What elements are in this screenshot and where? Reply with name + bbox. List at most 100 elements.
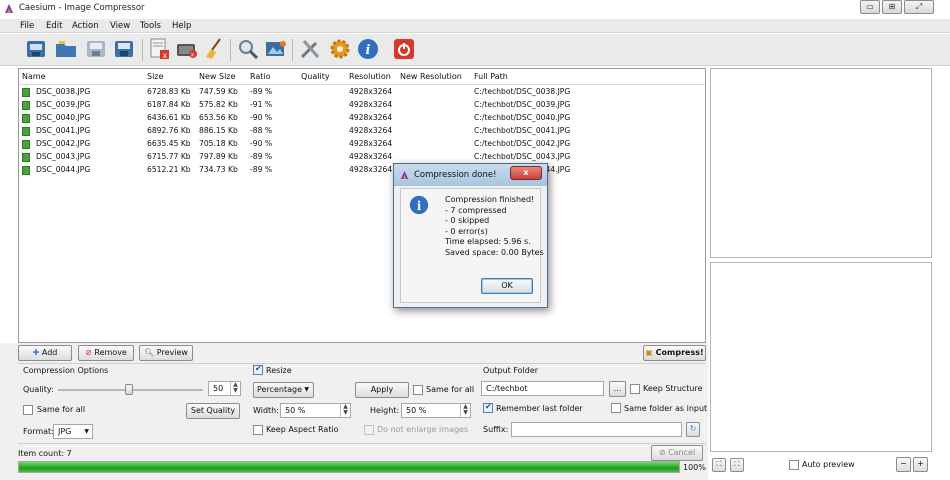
quality-slider[interactable] xyxy=(58,384,203,395)
item-count: Item count: 7 xyxy=(18,449,72,458)
clear-list-icon[interactable]: x xyxy=(175,37,199,61)
zoom-out-button[interactable]: − xyxy=(896,457,911,472)
quality-slider-handle[interactable] xyxy=(124,384,133,395)
auto-preview-checkbox[interactable] xyxy=(789,460,799,470)
quality-spinbox[interactable]: 50 ▲ ▼ xyxy=(208,381,241,396)
format-value: JPG xyxy=(58,427,72,436)
compress-button[interactable]: ▣ Compress! xyxy=(643,345,706,361)
same-for-all-resize-label: Same for all xyxy=(426,385,475,394)
remove-button-label: Remove xyxy=(94,348,127,357)
table-row[interactable]: DSC_0039.JPG 6187.84 Kb 575.82 Kb -91 % … xyxy=(19,99,705,112)
same-for-all-quality-checkbox[interactable] xyxy=(23,405,33,415)
actual-size-icon[interactable]: ⛶ xyxy=(730,458,744,472)
progress-bar xyxy=(18,461,680,473)
column-header-new-resolution[interactable]: New Resolution xyxy=(400,72,462,81)
cell-resolution: 4928x3264 xyxy=(349,100,393,109)
column-header-name[interactable]: Name xyxy=(22,72,46,81)
spin-arrows-icon[interactable]: ▲ ▼ xyxy=(230,382,240,395)
dialog-close-button[interactable]: x xyxy=(510,166,542,180)
cancel-button[interactable]: ⊘ Cancel xyxy=(651,445,703,461)
spin-arrows-icon[interactable]: ▲ ▼ xyxy=(340,404,350,417)
format-label: Format: xyxy=(23,427,54,436)
add-button-label: Add xyxy=(41,348,58,357)
broom-icon[interactable] xyxy=(202,37,226,61)
suffix-input[interactable] xyxy=(511,422,682,437)
minimize-button[interactable]: ▭ xyxy=(860,0,880,14)
remove-button[interactable]: ⊘ Remove xyxy=(78,345,134,361)
format-select[interactable]: JPG ▼ xyxy=(53,424,93,439)
table-row[interactable]: DSC_0042.JPG 6635.45 Kb 705.18 Kb -90 % … xyxy=(19,138,705,151)
no-enlarge-checkbox[interactable] xyxy=(364,425,374,435)
image-file-icon xyxy=(22,140,30,149)
column-header-full-path[interactable]: Full Path xyxy=(474,72,508,81)
cell-new-size: 734.73 Kb xyxy=(199,165,238,174)
save-all-icon[interactable] xyxy=(112,37,136,61)
table-row[interactable]: DSC_0040.JPG 6436.61 Kb 653.56 Kb -90 % … xyxy=(19,112,705,125)
divider xyxy=(18,443,706,444)
table-row[interactable]: DSC_0044.JPG 6512.21 Kb 734.73 Kb -89 % … xyxy=(19,164,705,177)
column-header-resolution[interactable]: Resolution xyxy=(349,72,391,81)
dialog-title-bar: Compression done! x xyxy=(394,164,547,186)
remove-icon[interactable]: x xyxy=(148,37,172,61)
width-spinbox[interactable]: 50 % ▲ ▼ xyxy=(280,403,351,418)
column-header-size[interactable]: Size xyxy=(147,72,163,81)
output-folder-input[interactable]: C:/techbot xyxy=(481,381,604,396)
cell-resolution: 4928x3264 xyxy=(349,152,393,161)
menu-view[interactable]: View xyxy=(110,21,130,31)
add-button[interactable]: ✚ Add xyxy=(18,345,72,361)
menu-help[interactable]: Help xyxy=(172,21,191,31)
open-file-icon[interactable] xyxy=(24,37,48,61)
tools-icon[interactable] xyxy=(298,37,322,61)
cell-full-path: C:/techbot/DSC_0042.JPG xyxy=(474,139,571,148)
same-for-all-resize-checkbox[interactable] xyxy=(413,385,423,395)
browse-folder-button[interactable]: ... xyxy=(609,381,626,397)
preview-button[interactable]: 🔍︎ Preview xyxy=(139,345,193,361)
keep-structure-checkbox[interactable] xyxy=(630,384,640,394)
menu-edit[interactable]: Edit xyxy=(46,21,62,31)
resize-checkbox[interactable] xyxy=(253,364,263,375)
menu-file[interactable]: File xyxy=(20,21,34,31)
close-window-button[interactable]: ⤢ xyxy=(904,0,934,14)
cancel-icon: ⊘ xyxy=(658,448,669,457)
table-row[interactable]: DSC_0043.JPG 6715.77 Kb 797.89 Kb -89 % … xyxy=(19,151,705,164)
set-quality-button[interactable]: Set Quality xyxy=(186,403,240,419)
output-folder-title: Output Folder xyxy=(483,366,539,375)
column-header-quality[interactable]: Quality xyxy=(301,72,330,81)
image-file-icon xyxy=(22,153,30,162)
column-header-ratio[interactable]: Ratio xyxy=(250,72,271,81)
remember-last-folder-checkbox[interactable] xyxy=(483,402,493,413)
title-bar: Caesium - Image Compressor ▭ ⊞ ⤢ xyxy=(0,0,950,18)
spin-arrows-icon[interactable]: ▲ ▼ xyxy=(460,404,470,417)
same-as-input-label: Same folder as input xyxy=(624,404,708,413)
search-icon[interactable] xyxy=(236,37,260,61)
magnifier-icon: 🔍︎ xyxy=(144,348,157,357)
same-as-input-checkbox[interactable] xyxy=(611,403,621,413)
keep-aspect-ratio-checkbox[interactable] xyxy=(253,425,263,435)
file-list[interactable]: Name Size New Size Ratio Quality Resolut… xyxy=(18,68,706,343)
preview-image-icon[interactable] xyxy=(264,37,288,61)
settings-gear-icon[interactable] xyxy=(328,37,352,61)
table-row[interactable]: DSC_0041.JPG 6892.76 Kb 886.15 Kb -88 % … xyxy=(19,125,705,138)
cell-name: DSC_0042.JPG xyxy=(36,139,91,148)
width-value: 50 % xyxy=(285,406,306,415)
info-icon: i xyxy=(409,195,429,215)
refresh-suffix-icon[interactable]: ↻ xyxy=(686,422,700,437)
info-icon[interactable]: i xyxy=(356,37,380,61)
resize-mode-select[interactable]: Percentage ▼ xyxy=(253,382,314,398)
cell-size: 6892.76 Kb xyxy=(147,126,191,135)
apply-button[interactable]: Apply xyxy=(355,382,409,398)
height-spinbox[interactable]: 50 % ▲ ▼ xyxy=(401,403,471,418)
fit-view-icon[interactable]: ⛶ xyxy=(712,458,726,472)
power-icon[interactable] xyxy=(392,37,416,61)
zoom-in-button[interactable]: + xyxy=(913,457,928,472)
maximize-button[interactable]: ⊞ xyxy=(882,0,902,14)
save-icon[interactable] xyxy=(84,37,108,61)
window-title: Caesium - Image Compressor xyxy=(19,3,145,13)
menu-action[interactable]: Action xyxy=(72,21,99,31)
column-header-new-size[interactable]: New Size xyxy=(199,72,235,81)
menu-tools[interactable]: Tools xyxy=(140,21,161,31)
table-row[interactable]: DSC_0038.JPG 6728.83 Kb 747.59 Kb -89 % … xyxy=(19,86,705,99)
open-folder-icon[interactable] xyxy=(54,37,78,61)
progress-percent: 100% xyxy=(683,463,706,472)
ok-button[interactable]: OK xyxy=(481,278,533,294)
